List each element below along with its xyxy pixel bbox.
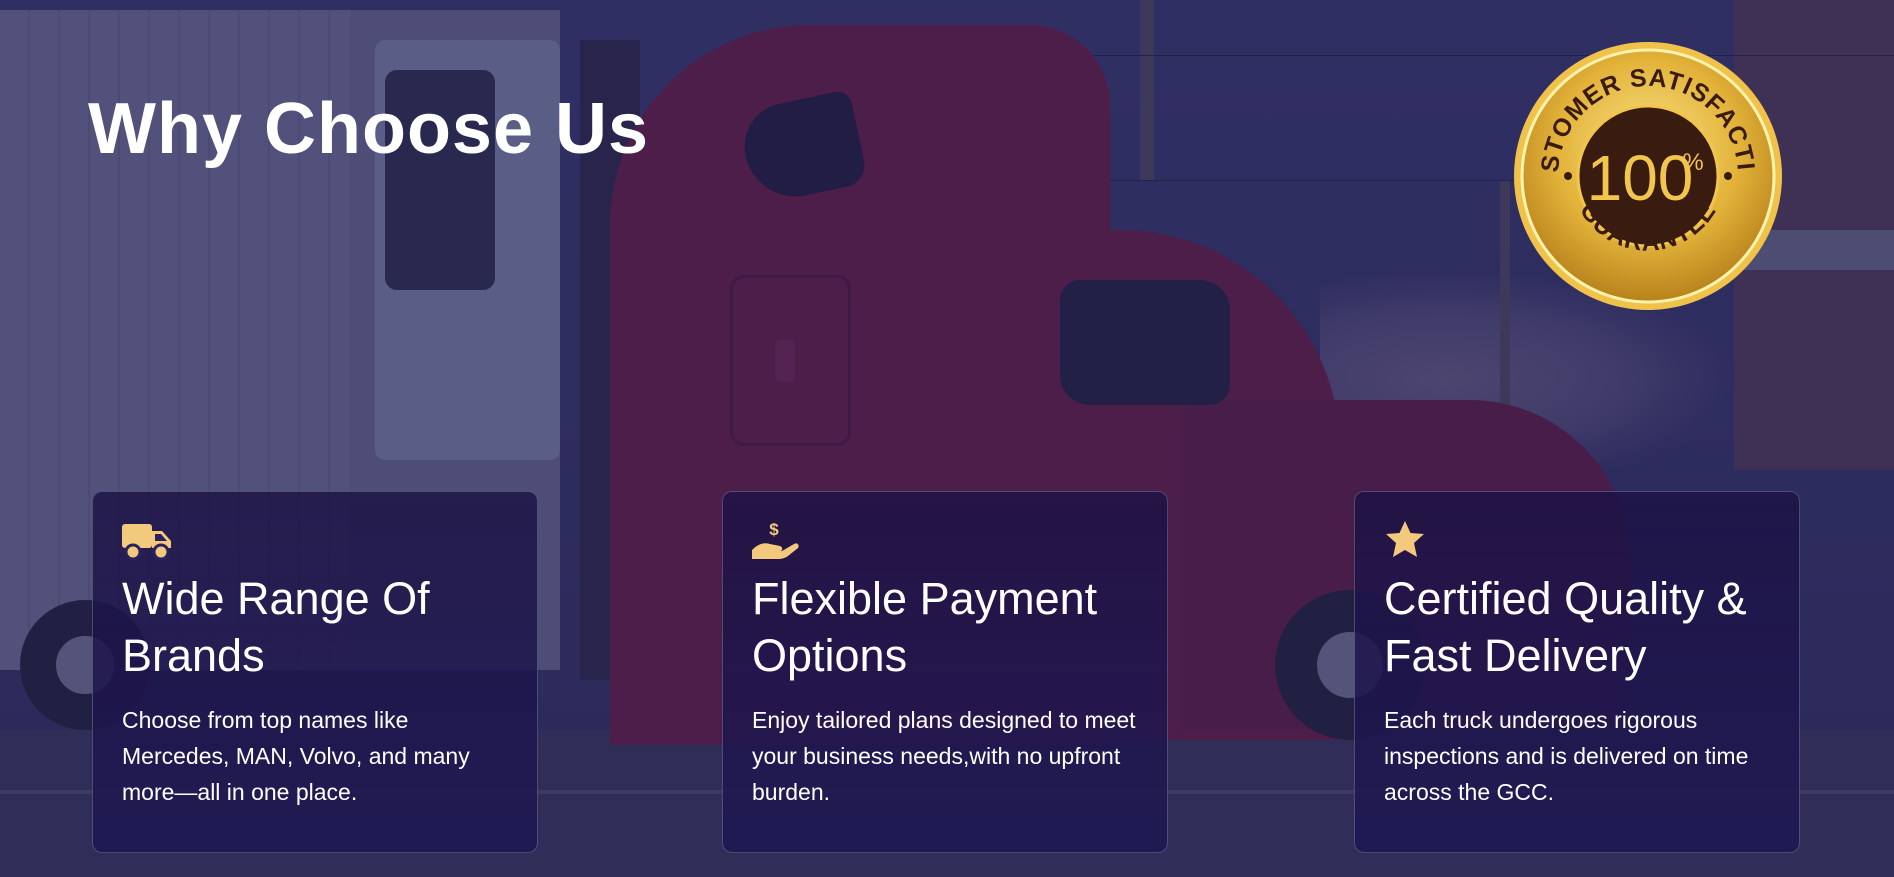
feature-card-brands: Wide Range Of Brands Choose from top nam… xyxy=(92,491,538,853)
feature-title: Certified Quality & Fast Delivery xyxy=(1384,573,1747,681)
features-list: Wide Range Of Brands Choose from top nam… xyxy=(92,491,1804,853)
svg-text:$: $ xyxy=(769,520,779,539)
star-icon xyxy=(1386,521,1424,557)
feature-description: Choose from top names like Mercedes, MAN… xyxy=(122,707,470,805)
truck-icon xyxy=(122,524,171,561)
feature-description: Each truck undergoes rigorous inspection… xyxy=(1384,707,1749,805)
badge-percent: % xyxy=(1682,149,1703,176)
hand-dollar-icon: $ xyxy=(752,520,799,559)
feature-card-quality: Certified Quality & Fast Delivery Each t… xyxy=(1354,491,1800,853)
feature-title: Flexible Payment Options xyxy=(752,573,1098,681)
badge-number: 100 xyxy=(1587,142,1694,214)
feature-title: Wide Range Of Brands xyxy=(122,573,430,681)
feature-description: Enjoy tailored plans designed to meet yo… xyxy=(752,707,1136,805)
feature-card-payment: $ Flexible Payment Options Enjoy tailore… xyxy=(722,491,1168,853)
section-title: Why Choose Us xyxy=(88,89,650,169)
satisfaction-guarantee-badge: CUSTOMER SATISFACTION GUARANTEE 100 % xyxy=(1512,40,1782,310)
